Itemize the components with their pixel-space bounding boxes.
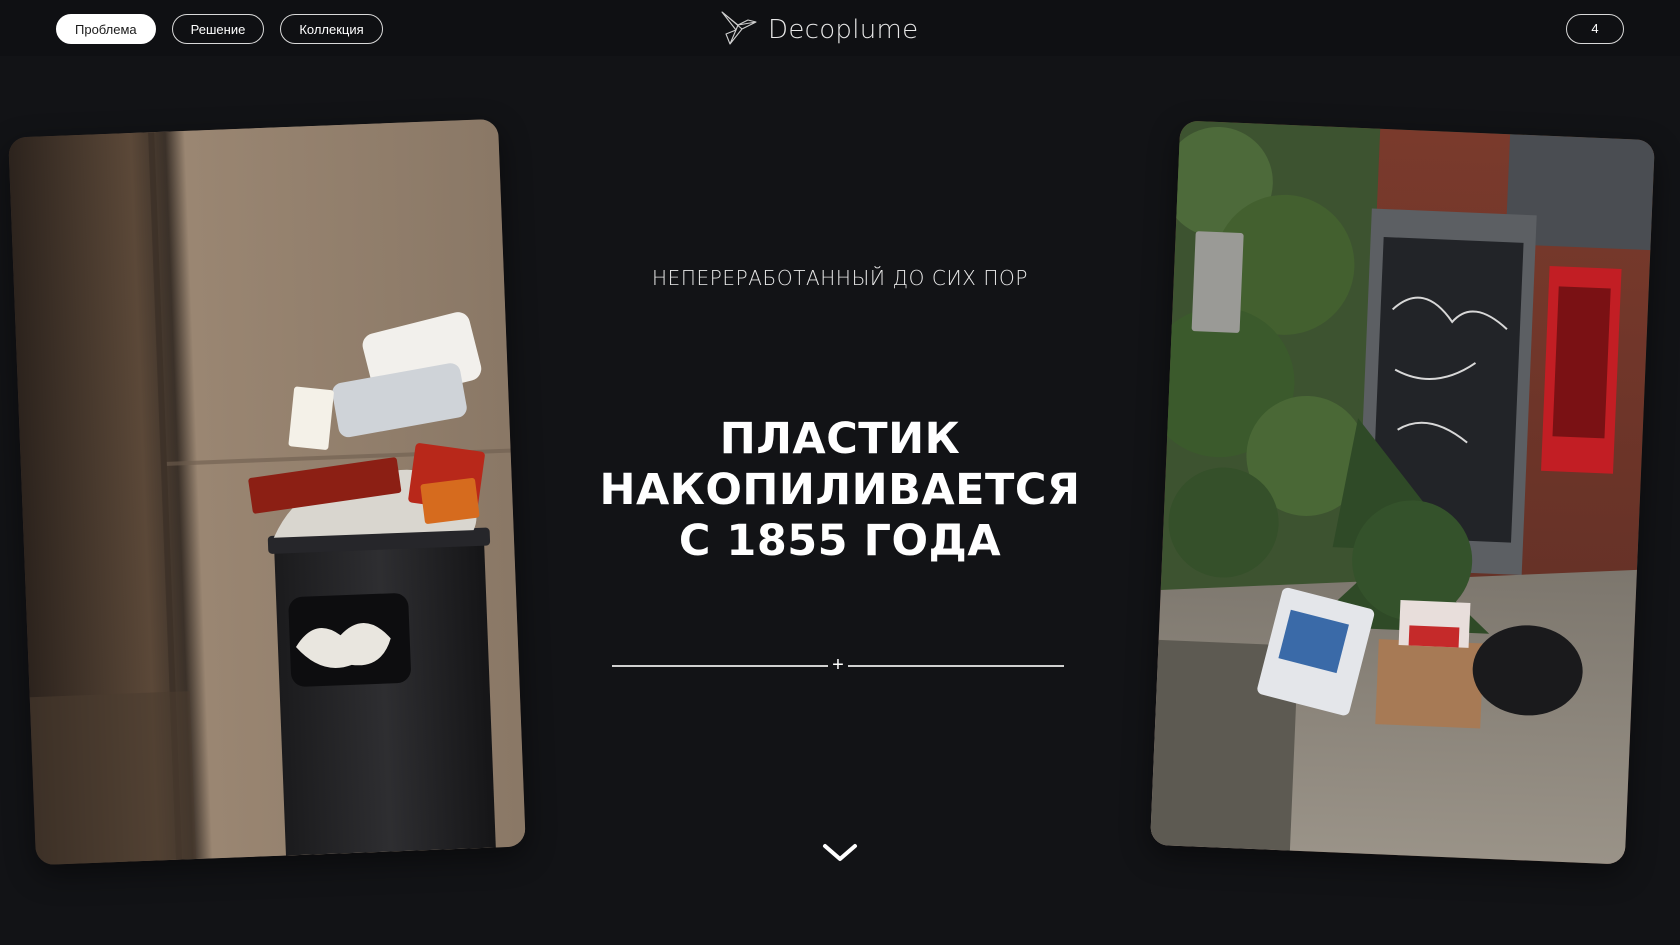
page: Проблема Решение Коллекция Decoplume 4 Н… xyxy=(0,0,1680,945)
scroll-down-button[interactable] xyxy=(822,842,858,864)
section-divider: + xyxy=(612,654,1064,676)
brand-name: Decoplume xyxy=(768,14,919,45)
headline-line-2: НАКОПИЛИВАЕТСЯ xyxy=(599,465,1081,515)
headline-line-1: ПЛАСТИК xyxy=(719,414,961,464)
hero-subtitle: НЕПЕРЕРАБОТАННЫЙ ДО СИХ ПОР xyxy=(651,266,1029,290)
nav-problem-button[interactable]: Проблема xyxy=(56,14,156,44)
hero-headline: ПЛАСТИК НАКОПИЛИВАЕТСЯ С 1855 ГОДА xyxy=(560,414,1120,567)
nav-solution-button[interactable]: Решение xyxy=(171,14,265,44)
nav-collection-button[interactable]: Коллекция xyxy=(280,14,383,44)
divider-line-right xyxy=(848,665,1064,667)
page-counter-button[interactable]: 4 xyxy=(1566,14,1624,44)
chevron-down-icon xyxy=(823,844,857,861)
divider-line-left xyxy=(612,665,828,667)
bird-logo-icon xyxy=(718,8,758,51)
street-garbage-photo xyxy=(1150,120,1655,865)
brand-logo[interactable]: Decoplume xyxy=(718,8,918,51)
main-nav: Проблема Решение Коллекция xyxy=(56,14,383,44)
trash-bin-photo xyxy=(8,118,526,866)
top-bar: Проблема Решение Коллекция Decoplume 4 xyxy=(0,0,1680,56)
plus-icon: + xyxy=(832,654,844,676)
headline-line-3: С 1855 ГОДА xyxy=(678,516,1002,566)
